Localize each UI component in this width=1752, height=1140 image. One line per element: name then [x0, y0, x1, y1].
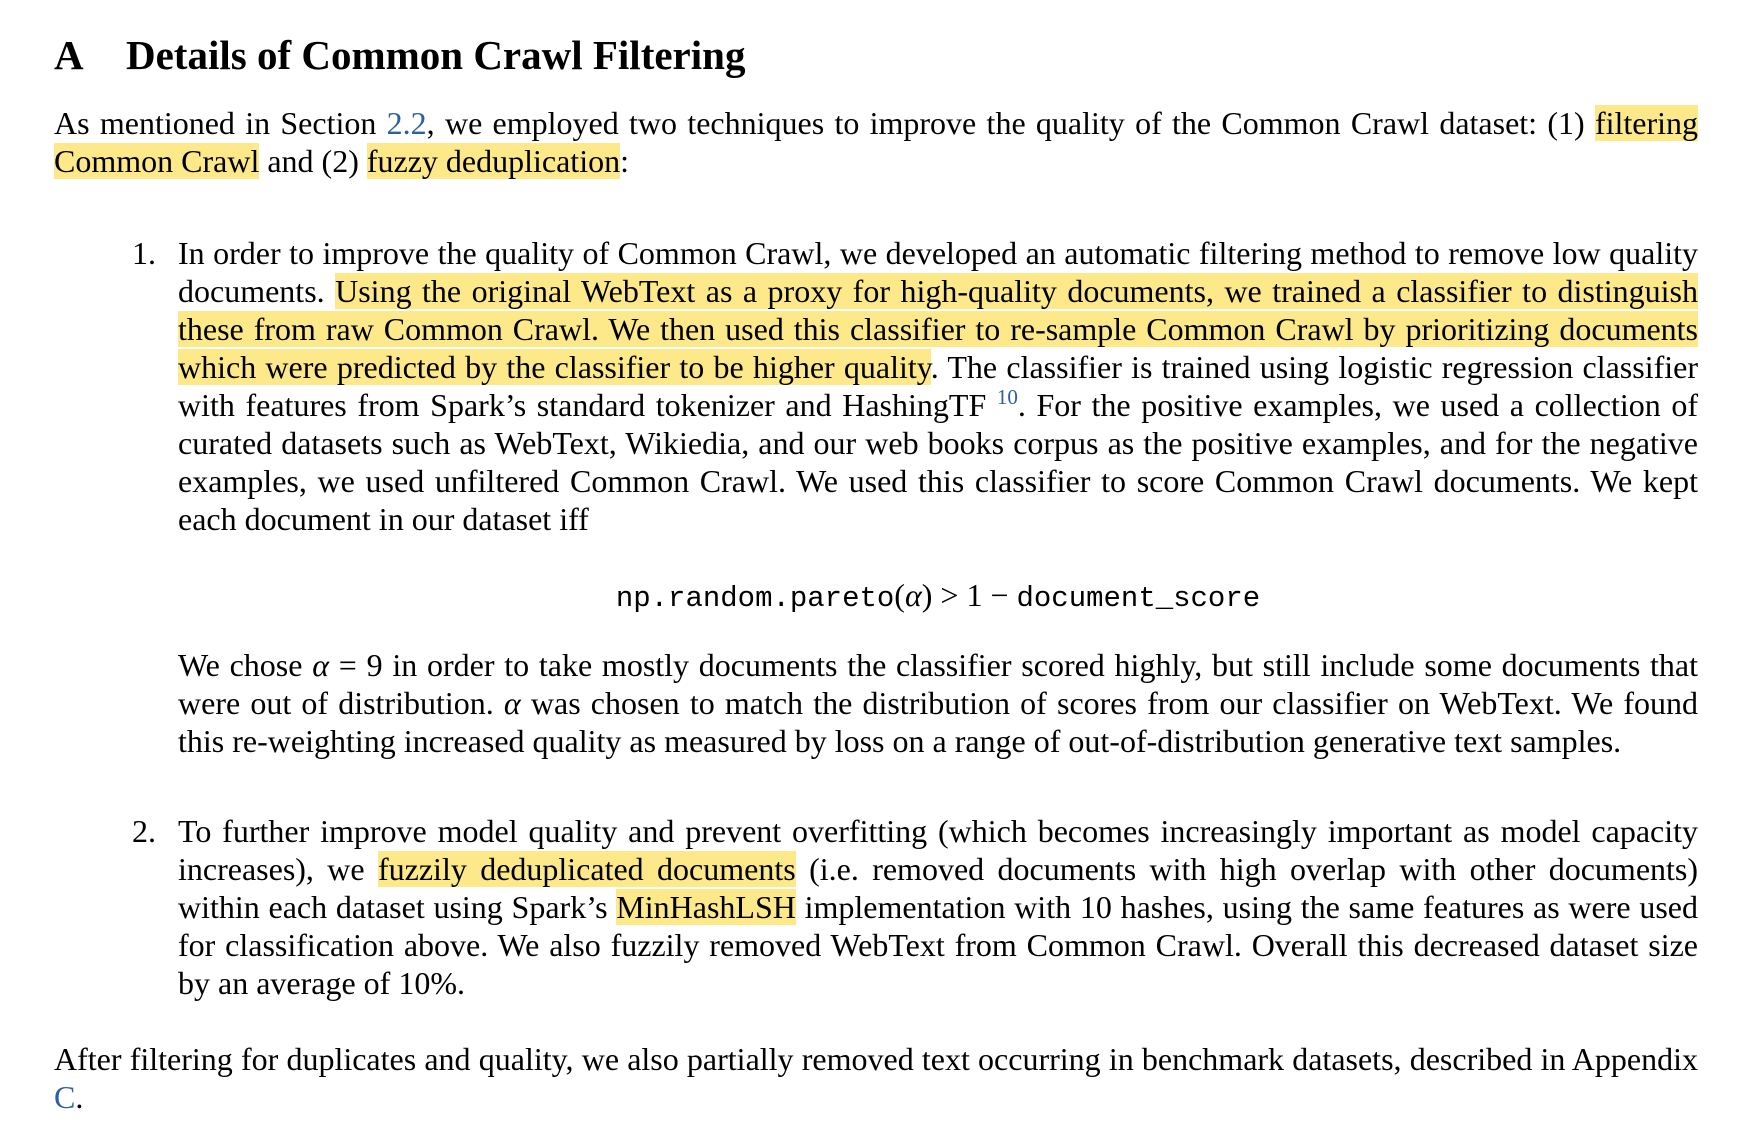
highlight-fuzzy-dedup: fuzzy deduplication: [366, 143, 621, 179]
filter-equation: np.random.pareto(α) > 1 − document_score: [178, 576, 1698, 618]
eq-func: np.random.pareto: [615, 582, 895, 615]
highlight-fuzzily-dedup: fuzzily deduplicated documents: [377, 851, 796, 887]
list-item-1: 1. In order to improve the quality of Co…: [132, 234, 1698, 759]
intro-text-1: As mentioned in Section: [54, 105, 387, 141]
highlight-minhashlsh: MinHashLSH: [616, 889, 796, 925]
section-number: A: [54, 32, 84, 78]
eq-alpha: α: [904, 577, 922, 613]
intro-text-3: and (2): [259, 143, 367, 179]
section-heading: A Details of Common Crawl Filtering: [54, 30, 745, 80]
appendix-ref-link[interactable]: C: [54, 1079, 75, 1115]
eq-operator: > 1 −: [932, 577, 1017, 613]
intro-text-2: , we employed two techniques to improve …: [426, 105, 1595, 141]
list-number-1: 1.: [132, 235, 156, 271]
section-ref-link[interactable]: 2.2: [387, 105, 427, 141]
eq-close: ): [921, 577, 933, 613]
intro-paragraph: As mentioned in Section 2.2, we employed…: [54, 104, 1699, 180]
intro-text-4: :: [620, 143, 629, 179]
item1-paragraph: In order to improve the quality of Commo…: [178, 234, 1698, 538]
eq-score: document_score: [1016, 582, 1261, 615]
p2-alpha: α: [312, 647, 330, 683]
eq-open: (: [894, 577, 905, 613]
p2-text-1: We chose: [178, 647, 313, 683]
footnote-marker[interactable]: 10: [997, 385, 1018, 409]
p2-alpha-2: α: [503, 685, 521, 721]
outro-paragraph: After filtering for duplicates and quali…: [54, 1040, 1698, 1116]
section-title: Details of Common Crawl Filtering: [126, 32, 746, 78]
list-number-2: 2.: [132, 813, 156, 849]
outro-text-1: After filtering for duplicates and quali…: [54, 1041, 1698, 1077]
outro-text-2: .: [75, 1079, 84, 1115]
p2-eq: = 9: [329, 647, 383, 683]
list-item-2: 2. To further improve model quality and …: [132, 812, 1698, 1002]
item2-paragraph: To further improve model quality and pre…: [178, 812, 1698, 1002]
item1-paragraph-2: We chose α = 9 in order to take mostly d…: [178, 646, 1698, 760]
